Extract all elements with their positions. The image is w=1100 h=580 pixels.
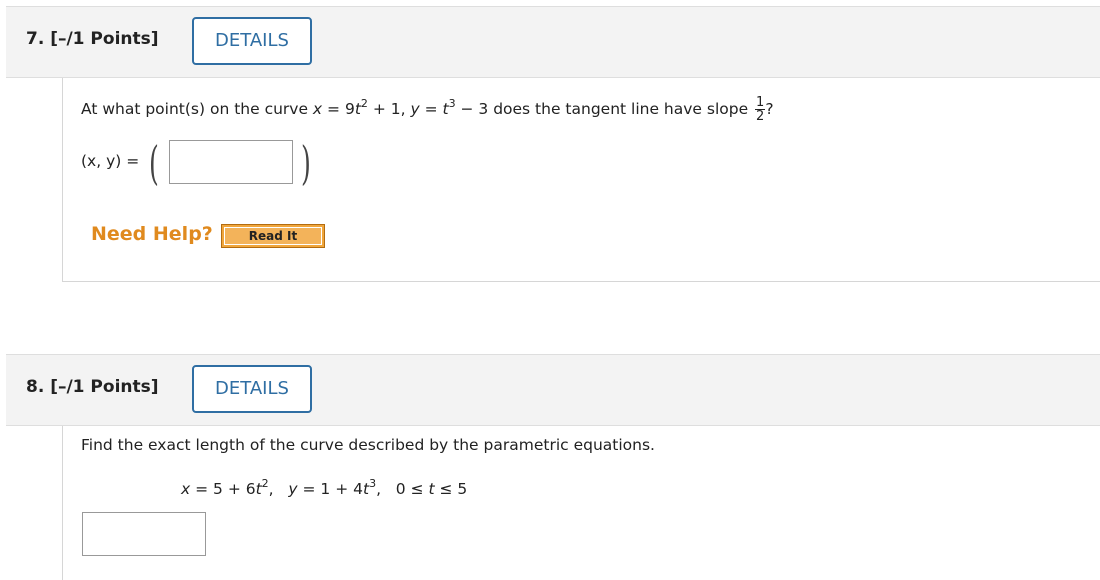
question-7-prompt: At what point(s) on the curve x = 9t2 + …	[81, 95, 774, 124]
right-paren: )	[301, 136, 311, 190]
question-7-number: 7. [–/1 Points]	[26, 29, 159, 49]
slope-fraction: 12	[755, 95, 766, 124]
read-it-label: Read It	[224, 227, 322, 245]
question-7-body: At what point(s) on the curve x = 9t2 + …	[62, 78, 1100, 282]
question-8-details-button[interactable]: DETAILS	[192, 365, 312, 413]
question-7-header: 7. [–/1 Points] DETAILS	[6, 6, 1100, 78]
question-7-details-button[interactable]: DETAILS	[192, 17, 312, 65]
answer-label-xy: (x, y) =	[81, 152, 140, 170]
question-8-prompt: Find the exact length of the curve descr…	[81, 436, 655, 454]
need-help-label: Need Help?	[91, 223, 213, 245]
read-it-button[interactable]: Read It	[221, 224, 325, 248]
question-8-header: 8. [–/1 Points] DETAILS	[6, 354, 1100, 426]
question-8-body: Find the exact length of the curve descr…	[62, 426, 1100, 580]
question-7-answer-input[interactable]	[169, 140, 293, 184]
question-8-answer-input[interactable]	[82, 512, 206, 556]
parametric-equations: x = 5 + 6t2, y = 1 + 4t3, 0 ≤ t ≤ 5	[181, 477, 468, 499]
question-8-number: 8. [–/1 Points]	[26, 377, 159, 397]
left-paren: (	[149, 136, 159, 190]
